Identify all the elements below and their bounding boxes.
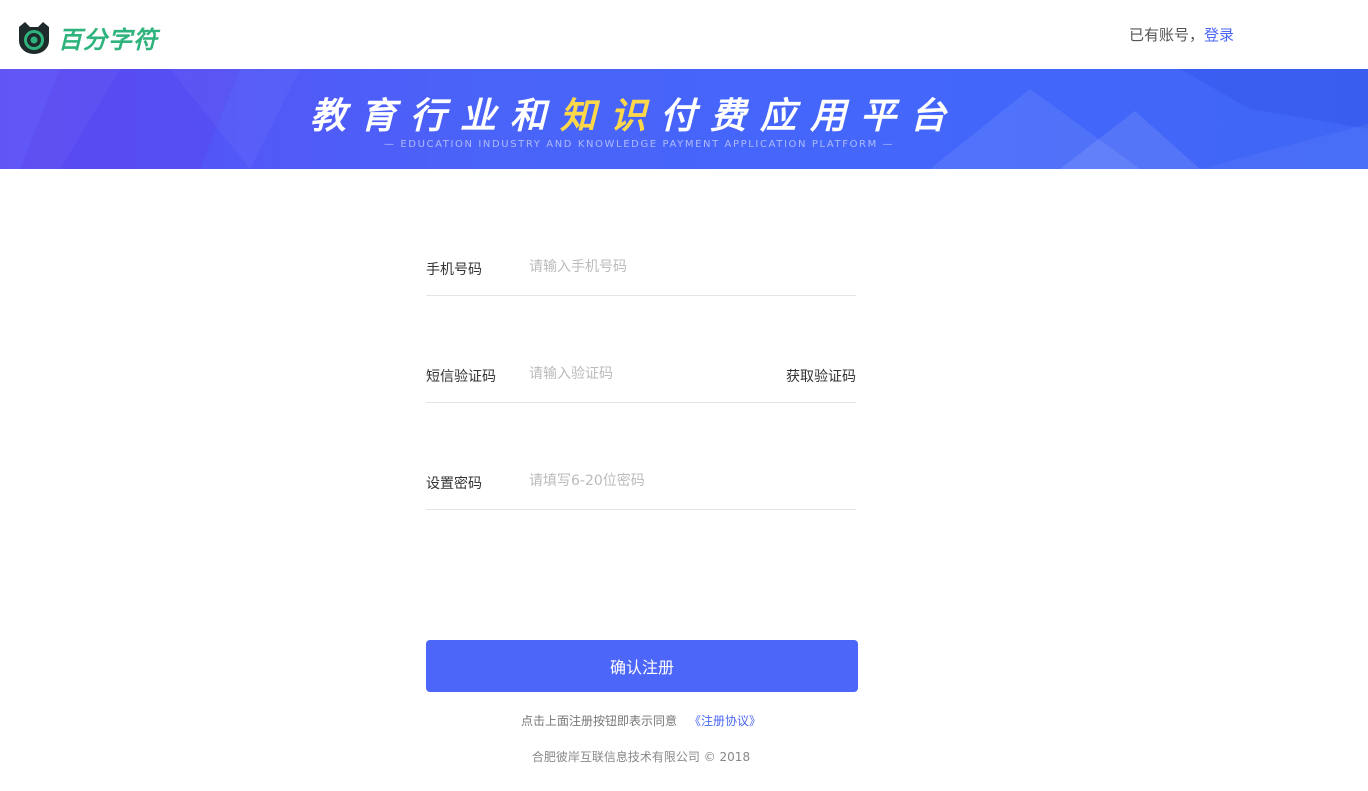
top-header: 百分字符 已有账号，登录 xyxy=(0,0,1368,69)
brand-name: 百分字符 xyxy=(58,25,158,54)
password-label: 设置密码 xyxy=(426,476,482,492)
register-form: 手机号码 短信验证码 获取验证码 设置密码 xyxy=(426,240,856,510)
login-prompt: 已有账号，登录 xyxy=(1129,24,1234,45)
sms-label: 短信验证码 xyxy=(426,369,496,385)
cat-face-icon xyxy=(19,22,49,54)
phone-input[interactable] xyxy=(529,256,779,278)
agreement-link[interactable]: 《注册协议》 xyxy=(689,714,761,728)
agreement-text: 点击上面注册按钮即表示同意 xyxy=(520,714,677,728)
phone-label: 手机号码 xyxy=(426,262,482,278)
banner-title: 教育行业和知识付费应用平台 xyxy=(310,96,961,137)
password-input[interactable] xyxy=(529,470,779,492)
phone-row: 手机号码 xyxy=(426,240,856,296)
confirm-register-button[interactable]: 确认注册 xyxy=(426,640,858,692)
copyright: 合肥彼岸互联信息技术有限公司 © 2018 xyxy=(531,750,751,764)
banner: 教育行业和知识付费应用平台 — EDUCATION INDUSTRY AND K… xyxy=(0,69,1368,169)
get-code-button[interactable]: 获取验证码 xyxy=(786,366,856,386)
has-account-text: 已有账号， xyxy=(1129,26,1205,44)
password-row: 设置密码 xyxy=(426,454,856,510)
agreement-notice: 点击上面注册按钮即表示同意 《注册协议》 xyxy=(0,712,1282,729)
banner-title-highlight: 知识 xyxy=(560,96,661,137)
logo[interactable]: 百分字符 xyxy=(16,19,158,55)
sms-code-input[interactable] xyxy=(529,363,779,385)
banner-subtitle: — EDUCATION INDUSTRY AND KNOWLEDGE PAYME… xyxy=(384,139,895,150)
login-link[interactable]: 登录 xyxy=(1204,26,1234,44)
sms-row: 短信验证码 获取验证码 xyxy=(426,347,856,403)
